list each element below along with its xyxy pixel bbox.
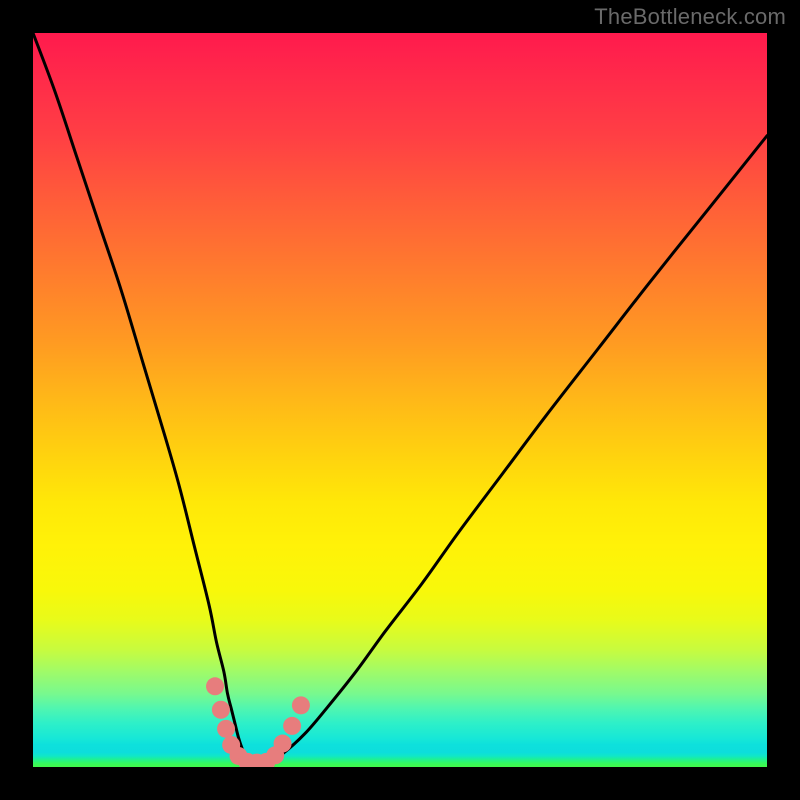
plot-area [33, 33, 767, 767]
curve-marker [274, 735, 292, 753]
curve-marker [206, 677, 224, 695]
watermark-text: TheBottleneck.com [594, 4, 786, 30]
chart-frame: TheBottleneck.com [0, 0, 800, 800]
curve-marker [212, 701, 230, 719]
curve-marker [283, 717, 301, 735]
chart-svg [33, 33, 767, 767]
curve-marker [292, 696, 310, 714]
bottleneck-curve [33, 33, 767, 766]
curve-markers [206, 677, 310, 767]
curve-marker [217, 720, 235, 738]
